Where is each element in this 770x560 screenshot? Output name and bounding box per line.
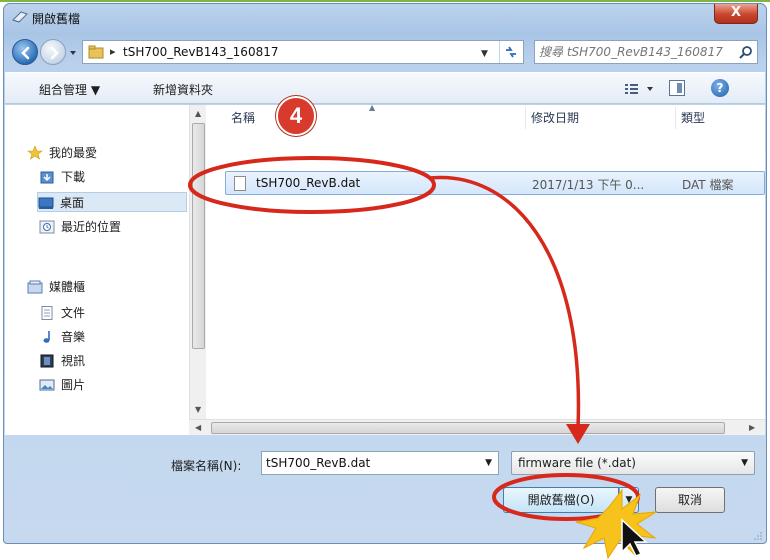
- chevron-down-icon: ▼: [741, 458, 748, 468]
- desktop-icon: [38, 197, 54, 209]
- download-folder-icon: [40, 171, 54, 184]
- filename-history-dropdown-icon[interactable]: ▼: [485, 458, 492, 468]
- nav-item-label: 桌面: [60, 196, 85, 210]
- resize-grip-icon[interactable]: [753, 531, 763, 541]
- nav-item-label: 我的最愛: [49, 146, 98, 160]
- command-toolbar: 組合管理 ▼ 新增資料夾 ?: [5, 72, 765, 104]
- scroll-right-icon[interactable]: ▶: [749, 423, 755, 432]
- close-button[interactable]: X: [714, 4, 758, 24]
- open-button-group: 開啟舊檔(O) ▼: [503, 487, 639, 513]
- organize-menu-button[interactable]: 組合管理 ▼: [39, 81, 100, 98]
- page-top-border: [0, 0, 770, 2]
- document-icon: [41, 306, 53, 320]
- breadcrumb-separator[interactable]: ▸: [110, 45, 116, 58]
- arrow-right-icon: [50, 46, 59, 60]
- dialog-app-icon: [12, 11, 28, 23]
- arrow-left-icon: [21, 46, 30, 60]
- back-button[interactable]: [12, 39, 38, 65]
- preview-pane-icon[interactable]: [669, 80, 685, 96]
- column-header-name[interactable]: 名稱: [231, 105, 255, 131]
- cancel-button[interactable]: 取消: [655, 487, 725, 513]
- search-box[interactable]: [534, 40, 758, 64]
- navigation-scrollbar[interactable]: ▲ ▼: [189, 105, 206, 419]
- star-icon: [27, 146, 43, 160]
- step-number-badge: 4: [276, 96, 316, 136]
- picture-icon: [39, 379, 55, 391]
- refresh-icon: [506, 46, 516, 58]
- breadcrumb-folder[interactable]: tSH700_RevB143_160817: [123, 45, 278, 59]
- title-bar: 開啟舊檔 X: [4, 4, 766, 30]
- file-type-select[interactable]: firmware file (*.dat) ▼: [511, 451, 755, 475]
- file-list: 名稱 ▲ 修改日期 類型 tSH700_RevB.dat 2017/1/13 下…: [207, 103, 765, 419]
- nav-item-documents[interactable]: 文件: [39, 303, 199, 323]
- file-list-horizontal-scrollbar[interactable]: ◀ ▶: [189, 419, 765, 435]
- nav-item-music[interactable]: 音樂: [39, 327, 199, 347]
- search-icon[interactable]: [739, 45, 753, 59]
- filename-input[interactable]: [266, 455, 466, 471]
- file-date: 2017/1/13 下午 0...: [532, 178, 645, 192]
- nav-item-libraries[interactable]: 媒體櫃: [27, 277, 187, 297]
- column-header-date[interactable]: 修改日期: [531, 105, 579, 131]
- nav-item-downloads[interactable]: 下載: [39, 167, 199, 187]
- open-options-dropdown-icon[interactable]: ▼: [619, 487, 639, 513]
- sort-ascending-icon: ▲: [369, 103, 376, 112]
- nav-item-videos[interactable]: 視訊: [39, 351, 199, 371]
- nav-item-label: 圖片: [61, 378, 86, 392]
- new-folder-button[interactable]: 新增資料夾: [153, 81, 213, 98]
- scrollbar-thumb[interactable]: [211, 422, 725, 434]
- search-input[interactable]: [539, 44, 735, 60]
- nav-item-pictures[interactable]: 圖片: [39, 375, 199, 395]
- forward-button[interactable]: [40, 39, 66, 65]
- change-view-icon[interactable]: [623, 81, 657, 97]
- scrollbar-thumb[interactable]: [192, 123, 205, 349]
- column-divider[interactable]: [525, 107, 526, 129]
- open-file-dialog: 開啟舊檔 X ▸ tSH700_RevB143_160817 ▼ 搜尋 tSH7…: [3, 3, 767, 544]
- nav-item-label: 音樂: [61, 330, 86, 344]
- scroll-down-icon[interactable]: ▼: [195, 405, 201, 414]
- scroll-up-icon[interactable]: ▲: [195, 109, 201, 118]
- nav-item-label: 最近的位置: [61, 220, 122, 234]
- refresh-button[interactable]: [499, 41, 523, 63]
- filename-label: 檔案名稱(N):: [171, 459, 242, 473]
- window-title: 開啟舊檔: [32, 12, 81, 26]
- navigation-pane: 我的最愛 下載 桌面 最近的位置 媒體櫃 文件 音樂 視訊 圖片: [5, 105, 189, 419]
- nav-item-label: 下載: [61, 170, 86, 184]
- address-bar[interactable]: ▸ tSH700_RevB143_160817 ▼: [82, 40, 524, 64]
- nav-item-label: 文件: [61, 306, 86, 320]
- folder-icon: [88, 45, 104, 59]
- nav-item-desktop[interactable]: 桌面: [37, 192, 187, 212]
- nav-item-recent[interactable]: 最近的位置: [39, 217, 199, 237]
- address-row: ▸ tSH700_RevB143_160817 ▼: [4, 36, 766, 70]
- content-area: 我的最愛 下載 桌面 最近的位置 媒體櫃 文件 音樂 視訊 圖片 ▲ ▼ 名稱 …: [5, 103, 765, 435]
- file-type: DAT 檔案: [682, 178, 734, 192]
- column-divider[interactable]: [675, 107, 676, 129]
- address-dropdown-icon[interactable]: ▼: [481, 49, 488, 59]
- open-button[interactable]: 開啟舊檔(O): [503, 487, 619, 513]
- file-type-value: firmware file (*.dat): [518, 456, 636, 470]
- video-icon: [40, 354, 54, 368]
- dat-file-icon: [234, 176, 246, 191]
- nav-item-label: 視訊: [61, 354, 86, 368]
- help-icon[interactable]: ?: [711, 79, 729, 97]
- file-row-selected[interactable]: tSH700_RevB.dat 2017/1/13 下午 0... DAT 檔案: [225, 171, 765, 195]
- dialog-footer: 檔案名稱(N): ▼ firmware file (*.dat) ▼ 開啟舊檔(…: [5, 435, 765, 543]
- nav-item-label: 媒體櫃: [49, 280, 86, 294]
- column-header-type[interactable]: 類型: [681, 105, 705, 131]
- music-note-icon: [43, 331, 50, 343]
- nav-item-favorites[interactable]: 我的最愛: [27, 143, 187, 163]
- recent-pages-dropdown-icon[interactable]: [68, 48, 78, 58]
- library-icon: [27, 280, 43, 294]
- recent-places-icon: [39, 220, 55, 234]
- file-name: tSH700_RevB.dat: [256, 176, 361, 190]
- filename-field[interactable]: ▼: [261, 451, 499, 475]
- scroll-left-icon[interactable]: ◀: [195, 423, 201, 432]
